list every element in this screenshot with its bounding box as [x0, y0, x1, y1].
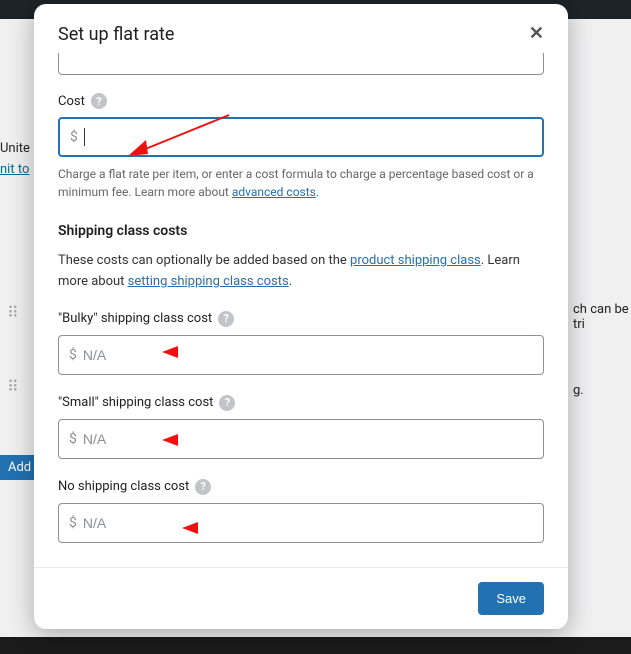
cost-label: Cost ?	[58, 93, 544, 109]
help-icon[interactable]: ?	[219, 395, 235, 411]
cost-label-text: Cost	[58, 94, 85, 109]
previous-input-partial[interactable]	[58, 53, 544, 75]
currency-symbol: $	[69, 347, 77, 363]
currency-symbol: $	[70, 129, 78, 145]
drag-handle-icon[interactable]: ⠿	[7, 310, 17, 315]
bulky-class-input[interactable]: $	[58, 335, 544, 375]
bg-fragment: g.	[573, 383, 584, 398]
currency-symbol: $	[69, 515, 77, 531]
drag-handle-icon[interactable]: ⠿	[7, 384, 17, 389]
help-icon[interactable]: ?	[218, 311, 234, 327]
no-class-group: No shipping class cost ? $	[58, 479, 544, 543]
desc-p1: These costs can optionally be added base…	[58, 253, 350, 268]
bg-link-fragment[interactable]: nit to	[0, 162, 29, 177]
modal-body: Cost ? $ Charge a flat rate per item, or…	[34, 53, 568, 567]
desc-p3: .	[289, 274, 292, 289]
bulky-label-text: "Bulky" shipping class cost	[58, 311, 212, 326]
close-button[interactable]: ✕	[529, 24, 544, 42]
shipping-class-heading: Shipping class costs	[58, 223, 544, 239]
small-class-input[interactable]: $	[58, 419, 544, 459]
setting-shipping-class-costs-link[interactable]: setting shipping class costs	[128, 274, 289, 289]
modal-header: Set up flat rate ✕	[34, 4, 568, 53]
save-button[interactable]: Save	[478, 582, 544, 615]
currency-symbol: $	[69, 431, 77, 447]
small-label-text: "Small" shipping class cost	[58, 395, 213, 410]
help-icon[interactable]: ?	[195, 479, 211, 495]
bulky-class-group: "Bulky" shipping class cost ? $	[58, 311, 544, 375]
small-class-group: "Small" shipping class cost ? $	[58, 395, 544, 459]
cost-input[interactable]: $	[58, 117, 544, 157]
bg-fragment: Unite	[0, 141, 30, 156]
product-shipping-class-link[interactable]: product shipping class	[350, 253, 481, 268]
modal-title: Set up flat rate	[58, 24, 174, 45]
shipping-class-description: These costs can optionally be added base…	[58, 251, 544, 293]
cost-text-field[interactable]	[85, 129, 532, 145]
advanced-costs-link[interactable]: advanced costs	[232, 185, 316, 199]
bg-fragment: ch can be tri	[573, 302, 631, 332]
no-class-text-field[interactable]	[83, 515, 533, 531]
bulky-class-label: "Bulky" shipping class cost ?	[58, 311, 544, 327]
flat-rate-modal: Set up flat rate ✕ Cost ? $ Charge a fla…	[34, 4, 568, 629]
no-class-input[interactable]: $	[58, 503, 544, 543]
small-text-field[interactable]	[83, 431, 533, 447]
small-class-label: "Small" shipping class cost ?	[58, 395, 544, 411]
bulky-text-field[interactable]	[83, 347, 533, 363]
cost-help-suffix: .	[316, 185, 319, 199]
no-class-label: No shipping class cost ?	[58, 479, 544, 495]
no-class-label-text: No shipping class cost	[58, 479, 189, 494]
modal-footer: Save	[34, 567, 568, 629]
cost-help-text: Charge a flat rate per item, or enter a …	[58, 165, 544, 201]
help-icon[interactable]: ?	[91, 93, 107, 109]
